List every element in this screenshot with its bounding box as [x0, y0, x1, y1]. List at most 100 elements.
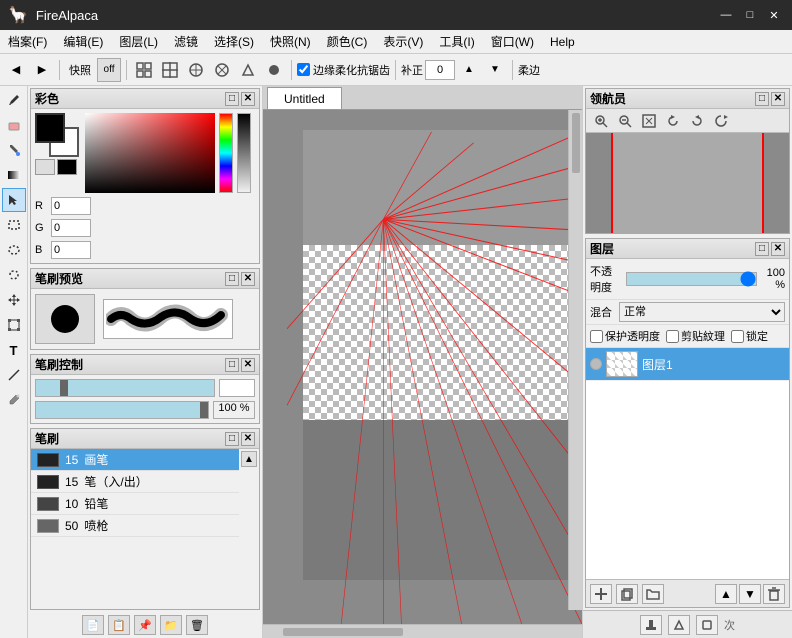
grid-btn2[interactable]	[158, 58, 182, 82]
grid-btn5[interactable]	[236, 58, 260, 82]
brush-list-close[interactable]: ✕	[241, 432, 255, 446]
tool-lasso[interactable]	[2, 263, 26, 287]
correction-up[interactable]: ▲	[457, 58, 481, 82]
lock-checkbox[interactable]	[731, 330, 744, 343]
color-panel-close[interactable]: ✕	[241, 92, 255, 106]
tool-select-move[interactable]	[2, 188, 26, 212]
close-button[interactable]: ✕	[764, 5, 784, 25]
color-swatch-dark[interactable]	[57, 159, 77, 175]
nav-zoom-out[interactable]	[614, 111, 636, 131]
layer-panel-close[interactable]: ✕	[771, 242, 785, 256]
menu-window[interactable]: 窗口(W)	[483, 31, 542, 52]
layer-delete-btn[interactable]	[763, 584, 785, 604]
tool-gradient[interactable]	[2, 163, 26, 187]
brush-item-2[interactable]: 10 铅笔	[31, 493, 239, 515]
brush-item-1[interactable]: 15 笔（入/出）	[31, 471, 239, 493]
tool-eyedropper[interactable]	[2, 388, 26, 412]
nav-zoom-in[interactable]	[590, 111, 612, 131]
toolbar-forward[interactable]: ▶	[30, 58, 54, 82]
rf-btn-3[interactable]	[696, 615, 718, 635]
correction-input[interactable]	[425, 60, 455, 80]
menu-snapshot[interactable]: 快照(N)	[262, 31, 319, 52]
menu-edit[interactable]: 编辑(E)	[55, 31, 111, 52]
protect-transparency-checkbox[interactable]	[590, 330, 603, 343]
grid-btn3[interactable]	[184, 58, 208, 82]
layer-visibility-0[interactable]	[590, 358, 602, 370]
color-swatch-light[interactable]	[35, 159, 55, 175]
tool-text[interactable]: T	[2, 338, 26, 362]
canvas-viewport[interactable]	[263, 110, 582, 624]
rf-btn-2[interactable]	[668, 615, 690, 635]
color-hue-slider[interactable]	[219, 113, 233, 193]
tool-eraser[interactable]	[2, 113, 26, 137]
grid-btn1[interactable]	[132, 58, 156, 82]
nav-rotate-ccw[interactable]	[662, 111, 684, 131]
opacity-slider[interactable]	[626, 272, 757, 286]
g-input[interactable]	[51, 219, 91, 237]
layer-add-btn[interactable]	[590, 584, 612, 604]
layer-copy-btn[interactable]	[616, 584, 638, 604]
brush-control-close[interactable]: ✕	[241, 358, 255, 372]
menu-help[interactable]: Help	[542, 33, 583, 51]
delete-btn[interactable]: 🗑	[186, 615, 208, 635]
clip-checkbox[interactable]	[666, 330, 679, 343]
grid-btn4[interactable]	[210, 58, 234, 82]
r-input[interactable]	[51, 197, 91, 215]
color-gradient-picker[interactable]	[85, 113, 215, 193]
layer-item-0[interactable]: 图层1	[586, 348, 789, 381]
brush-preview-restore[interactable]: □	[225, 272, 239, 286]
new-layer-btn[interactable]: 📄	[82, 615, 104, 635]
antialias-checkbox[interactable]	[297, 63, 310, 76]
snapshot-button[interactable]: 快照	[65, 58, 95, 82]
nav-reset[interactable]	[710, 111, 732, 131]
color-fg-swatch[interactable]	[35, 113, 65, 143]
brush-item-3[interactable]: 50 喷枪	[31, 515, 239, 537]
tool-transform[interactable]	[2, 313, 26, 337]
menu-view[interactable]: 表示(V)	[375, 31, 431, 52]
maximize-button[interactable]: □	[740, 5, 760, 25]
snap-off-badge[interactable]: off	[97, 58, 121, 82]
brush-item-0[interactable]: 15 画笔	[31, 449, 239, 471]
layer-move-down-btn[interactable]: ▼	[739, 584, 761, 604]
folder-btn[interactable]: 📁	[160, 615, 182, 635]
tool-fill[interactable]	[2, 138, 26, 162]
navigator-restore[interactable]: □	[755, 92, 769, 106]
correction-down[interactable]: ▼	[483, 58, 507, 82]
opacity-slider[interactable]	[35, 401, 209, 419]
rf-btn-1[interactable]	[640, 615, 662, 635]
layer-folder-btn[interactable]	[642, 584, 664, 604]
size-value[interactable]: 15	[219, 379, 255, 397]
menu-layer[interactable]: 图层(L)	[111, 31, 166, 52]
color-panel-restore[interactable]: □	[225, 92, 239, 106]
menu-select[interactable]: 选择(S)	[206, 31, 262, 52]
tool-ruler[interactable]	[2, 363, 26, 387]
circle-btn[interactable]	[262, 58, 286, 82]
menu-tools[interactable]: 工具(I)	[431, 31, 482, 52]
b-input[interactable]	[51, 241, 91, 259]
canvas-vscroll[interactable]	[568, 110, 582, 610]
navigator-close[interactable]: ✕	[771, 92, 785, 106]
copy-btn[interactable]: 📋	[108, 615, 130, 635]
brush-control-restore[interactable]: □	[225, 358, 239, 372]
paste-btn[interactable]: 📌	[134, 615, 156, 635]
canvas-tab-untitled[interactable]: Untitled	[267, 87, 342, 109]
menu-file[interactable]: 档案(F)	[0, 31, 55, 52]
brush-list-restore[interactable]: □	[225, 432, 239, 446]
nav-fit[interactable]	[638, 111, 660, 131]
vscroll-thumb[interactable]	[572, 113, 580, 173]
toolbar-back[interactable]: ◀	[4, 58, 28, 82]
menu-color[interactable]: 颜色(C)	[319, 31, 376, 52]
tool-move[interactable]	[2, 288, 26, 312]
brush-preview-close[interactable]: ✕	[241, 272, 255, 286]
tool-marquee-ellipse[interactable]	[2, 238, 26, 262]
layer-move-up-btn[interactable]: ▲	[715, 584, 737, 604]
tool-marquee-rect[interactable]	[2, 213, 26, 237]
menu-filter[interactable]: 滤镜	[166, 31, 206, 52]
minimize-button[interactable]: —	[716, 5, 736, 25]
size-slider[interactable]	[35, 379, 215, 397]
canvas-hscroll[interactable]	[263, 624, 582, 638]
color-alpha-slider[interactable]	[237, 113, 251, 193]
hscroll-thumb[interactable]	[283, 628, 403, 636]
layer-panel-restore[interactable]: □	[755, 242, 769, 256]
tool-pencil[interactable]	[2, 88, 26, 112]
